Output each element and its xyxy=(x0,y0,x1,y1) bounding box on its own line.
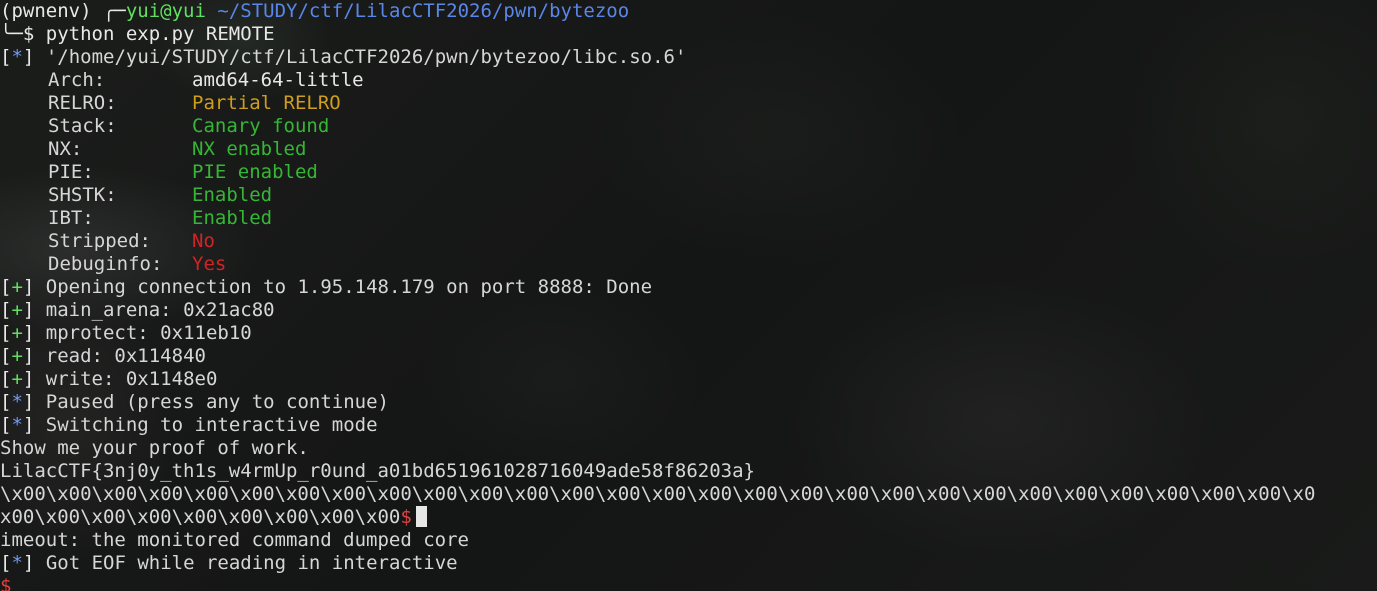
prompt-line: (pwnenv) ╭─yui@yui ~/STUDY/ctf/LilacCTF2… xyxy=(0,0,1377,23)
checksec-value: NX enabled xyxy=(192,138,307,160)
checksec-row: IBT: Enabled xyxy=(0,207,1377,230)
log-text: read: 0x114840 xyxy=(45,345,206,367)
final-prompt-line[interactable]: $ xyxy=(0,575,1377,591)
checksec-value: Yes xyxy=(192,253,227,275)
checksec-row: Debuginfo: Yes xyxy=(0,253,1377,276)
checksec-value: PIE enabled xyxy=(192,161,318,183)
checksec-row: NX: NX enabled xyxy=(0,138,1377,161)
info-symbol: * xyxy=(11,414,23,436)
checksec-value: Enabled xyxy=(192,184,273,206)
log-text: write: 0x1148e0 xyxy=(45,368,218,390)
checksec-key: Stripped: xyxy=(48,230,151,252)
eof-line: [*] Got EOF while reading in interactive xyxy=(0,552,458,574)
success-symbol: + xyxy=(11,322,23,344)
log-rows: [+] Opening connection to 1.95.148.179 o… xyxy=(0,276,1377,437)
bracket-open: [ xyxy=(0,46,12,68)
timeout-line: imeout: the monitored command dumped cor… xyxy=(0,529,469,551)
command-text: python exp.py REMOTE xyxy=(45,23,275,45)
bracket-close: ] xyxy=(22,46,35,68)
nulls-text-2: x00\x00\x00\x00\x00\x00\x00\x00\x00 xyxy=(0,506,401,528)
checksec-row: Arch: amd64-64-little xyxy=(0,69,1377,92)
log-text: Paused (press any to continue) xyxy=(45,391,389,413)
checksec-row: RELRO: Partial RELRO xyxy=(0,92,1377,115)
pow-line: Show me your proof of work. xyxy=(0,437,309,459)
user-host: yui@yui xyxy=(125,0,206,22)
checksec-key: PIE: xyxy=(48,161,94,183)
checksec-row: Stack: Canary found xyxy=(0,115,1377,138)
checksec-value: amd64-64-little xyxy=(192,69,364,91)
success-symbol: + xyxy=(11,345,23,367)
log-text: Switching to interactive mode xyxy=(45,414,378,436)
checksec-row: PIE: PIE enabled xyxy=(0,161,1377,184)
success-symbol: + xyxy=(11,299,23,321)
checksec-row: Stripped: No xyxy=(0,230,1377,253)
log-line: [*] Paused (press any to continue) xyxy=(0,391,389,413)
eof-symbol: * xyxy=(11,552,23,574)
checksec-value: Enabled xyxy=(192,207,273,229)
log-line: [+] mprotect: 0x11eb10 xyxy=(0,322,252,344)
checksec-key: SHSTK: xyxy=(48,184,117,206)
log-line: [+] Opening connection to 1.95.148.179 o… xyxy=(0,276,653,298)
log-line: [*] Switching to interactive mode xyxy=(0,414,378,436)
terminal-window[interactable]: (pwnenv) ╭─yui@yui ~/STUDY/ctf/LilacCTF2… xyxy=(0,0,1377,591)
checksec-key: Debuginfo: xyxy=(48,253,163,275)
checksec-key: NX: xyxy=(48,138,83,160)
log-text: mprotect: 0x11eb10 xyxy=(45,322,252,344)
log-text: main_arena: 0x21ac80 xyxy=(45,299,275,321)
interactive-dollar: $ xyxy=(400,506,412,528)
prompt-corner-bottom: ╰─$ xyxy=(0,23,35,45)
checksec-value: No xyxy=(192,230,215,252)
checksec-value: Canary found xyxy=(192,115,330,137)
checksec-value: Partial RELRO xyxy=(192,92,341,114)
info-symbol: * xyxy=(11,391,23,413)
prompt-corner: ╭─ xyxy=(91,0,126,22)
checksec-key: Stack: xyxy=(48,115,117,137)
flag-line[interactable]: LilacCTF{3nj0y_th1s_w4rmUp_r0und_a01bd65… xyxy=(0,460,1377,483)
log-line: [+] read: 0x114840 xyxy=(0,345,206,367)
log-text: Opening connection to 1.95.148.179 on po… xyxy=(45,276,653,298)
checksec-key: IBT: xyxy=(48,207,94,229)
nulls-line-1: \x00\x00\x00\x00\x00\x00\x00\x00\x00\x00… xyxy=(0,483,1316,505)
success-symbol: + xyxy=(11,368,23,390)
log-line: [+] main_arena: 0x21ac80 xyxy=(0,299,275,321)
eof-text: Got EOF while reading in interactive xyxy=(45,552,458,574)
nulls-line-2: x00\x00\x00\x00\x00\x00\x00\x00\x00$ xyxy=(0,506,1377,529)
log-line: [+] write: 0x1148e0 xyxy=(0,368,218,390)
success-symbol: + xyxy=(11,276,23,298)
checksec-key: Arch: xyxy=(48,69,106,91)
final-prompt-dollar: $ xyxy=(0,575,12,591)
checksec-key: RELRO: xyxy=(48,92,117,114)
command-line: ╰─$ python exp.py REMOTE xyxy=(0,23,1377,46)
checksec-file: '/home/yui/STUDY/ctf/LilacCTF2026/pwn/by… xyxy=(45,46,687,68)
checksec-rows: Arch: amd64-64-little RELRO: Partial RELRO S… xyxy=(0,69,1377,276)
info-symbol: * xyxy=(11,46,23,68)
text-cursor xyxy=(415,506,427,527)
checksec-header: [*] '/home/yui/STUDY/ctf/LilacCTF2026/pw… xyxy=(0,46,1377,69)
venv-label: (pwnenv) xyxy=(0,0,92,22)
current-path: ~/STUDY/ctf/LilacCTF2026/pwn/bytezoo xyxy=(217,0,630,22)
checksec-row: SHSTK: Enabled xyxy=(0,184,1377,207)
